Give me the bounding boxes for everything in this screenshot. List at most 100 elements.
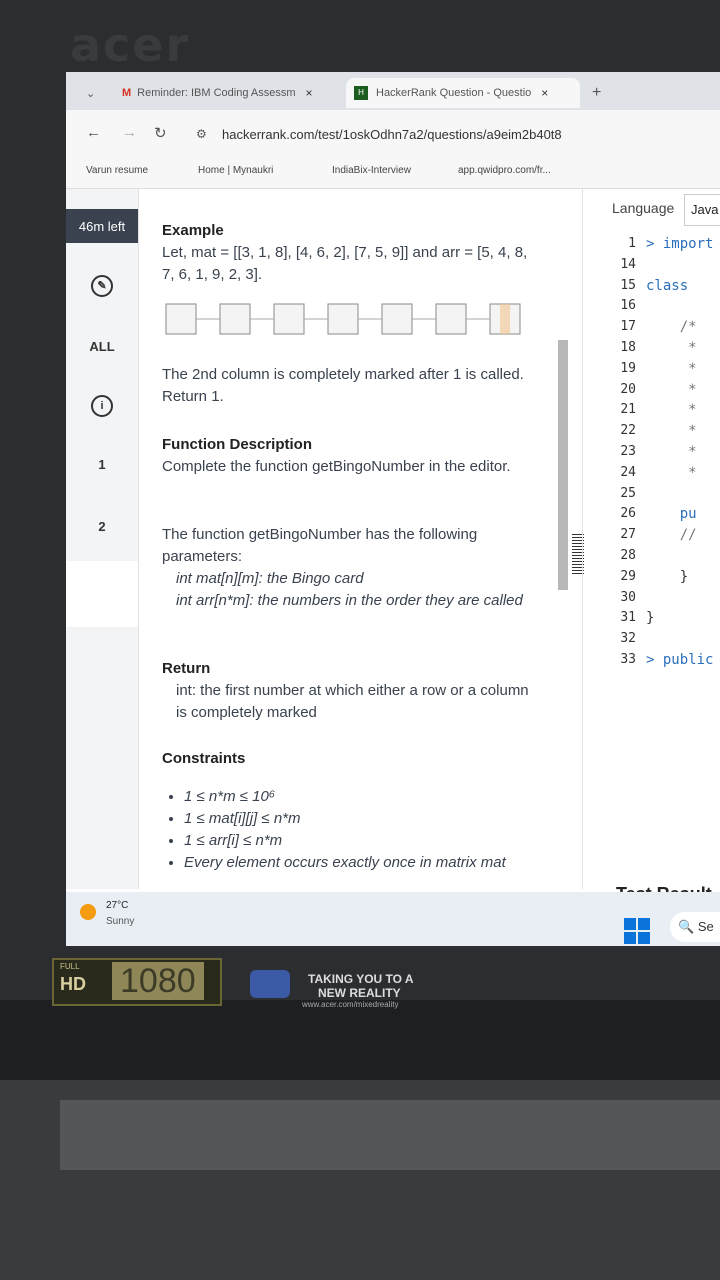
code-line[interactable]: class	[646, 278, 713, 299]
sticker-line-1: TAKING YOU TO A	[308, 972, 414, 986]
function-text: Complete the function getBingoNumber in …	[162, 458, 511, 475]
param-arr: int arr[n*m]: the numbers in the order t…	[176, 592, 523, 609]
constraint-item: 1 ≤ arr[i] ≤ n*m	[184, 830, 506, 852]
language-select[interactable]: Java	[684, 194, 720, 226]
code-line[interactable]: *	[646, 402, 713, 423]
code-line[interactable]	[646, 486, 713, 507]
sticker-line-2: NEW REALITY	[318, 986, 401, 1000]
line-number: 18	[620, 339, 636, 355]
code-line[interactable]: *	[646, 444, 713, 465]
line-number: 22	[620, 423, 636, 439]
code-line[interactable]: *	[646, 465, 713, 486]
code-line[interactable]: *	[646, 340, 713, 361]
screen: ⌄ M Reminder: IBM Coding Assessm × H Hac…	[66, 72, 720, 946]
bookmark-mynaukri[interactable]: Home | Mynaukri	[198, 165, 273, 176]
code-line[interactable]	[646, 631, 713, 652]
close-tab-icon[interactable]: ×	[541, 86, 548, 100]
code-line[interactable]: > public	[646, 652, 713, 673]
code-line[interactable]: > import	[646, 236, 713, 257]
line-number: 16	[620, 298, 636, 314]
code-line[interactable]: *	[646, 361, 713, 382]
code-line[interactable]: *	[646, 382, 713, 403]
question-scrollbar[interactable]	[558, 340, 568, 590]
params-text: The function getBingoNumber has the foll…	[162, 526, 478, 565]
line-number: 29	[620, 568, 636, 584]
back-icon[interactable]: ←	[86, 124, 101, 141]
code-line[interactable]	[646, 298, 713, 319]
line-number: 31	[620, 610, 636, 626]
function-heading: Function Description	[162, 436, 312, 453]
bookmark-indiabix[interactable]: IndiaBix-Interview	[332, 165, 411, 176]
new-tab-button[interactable]: +	[592, 78, 601, 108]
code-line[interactable]	[646, 257, 713, 278]
constraint-item: Every element occurs exactly once in mat…	[184, 852, 506, 874]
line-number: 19	[620, 360, 636, 376]
line-number: 30	[620, 589, 636, 605]
line-number: 21	[620, 402, 636, 418]
return-text: int: the first number at which either a …	[176, 682, 529, 721]
code-line[interactable]: *	[646, 423, 713, 444]
constraints-heading: Constraints	[162, 750, 246, 767]
param-mat: int mat[n][m]: the Bingo card	[176, 570, 364, 587]
laptop-base	[60, 1100, 720, 1170]
reload-icon[interactable]: ↻	[154, 124, 167, 142]
site-info-icon[interactable]: ⚙	[196, 127, 207, 141]
rail-edit-icon[interactable]: ✎	[66, 275, 138, 297]
bingo-diagram	[162, 300, 532, 340]
bookmarks-bar: Varun resume Home | Mynaukri IndiaBix-In…	[66, 156, 720, 189]
tab-hackerrank[interactable]: H HackerRank Question - Questio ×	[346, 78, 580, 108]
weather-sun-icon[interactable]	[80, 904, 96, 920]
code-line[interactable]: //	[646, 527, 713, 548]
example-text: Let, mat = [[3, 1, 8], [4, 6, 2], [7, 5,…	[162, 244, 528, 283]
code-line[interactable]	[646, 548, 713, 569]
taskbar-search[interactable]: 🔍 Se	[670, 912, 720, 942]
marked-text: The 2nd column is completely marked afte…	[162, 366, 524, 405]
bookmark-varun-resume[interactable]: Varun resume	[86, 165, 148, 176]
sticker-1080-text: 1080	[112, 962, 204, 1000]
code-line[interactable]: }	[646, 569, 713, 590]
line-number: 28	[620, 547, 636, 563]
language-label: Language	[612, 200, 675, 216]
line-number: 25	[620, 485, 636, 501]
line-number: 20	[620, 381, 636, 397]
weather-temp: 27°C	[106, 900, 129, 911]
gmail-icon: M	[122, 87, 132, 99]
rail-question-1[interactable]: 1	[66, 457, 138, 472]
rail-all[interactable]: ALL	[66, 339, 138, 354]
time-remaining: 46m left	[66, 209, 138, 243]
code-line[interactable]: pu	[646, 506, 713, 527]
close-tab-icon[interactable]: ×	[306, 86, 313, 100]
question-nav-rail: 46m left ✎ ALL i 1 2	[66, 189, 139, 889]
sticker-hd-text: HD	[60, 974, 86, 994]
code-editor[interactable]: > import class /* * * * * * * * pu // } …	[646, 236, 713, 673]
constraint-item: 1 ≤ n*m ≤ 10⁶	[184, 786, 506, 808]
hackerrank-icon: H	[354, 86, 368, 100]
search-label: Se	[697, 919, 714, 934]
rail-question-2[interactable]: 2	[66, 519, 138, 534]
tab-title: HackerRank Question - Questio	[376, 87, 532, 99]
tab-reminder[interactable]: M Reminder: IBM Coding Assessm ×	[116, 78, 342, 108]
windows-start-icon[interactable]	[624, 918, 650, 944]
sticker-full-text: FULL	[60, 962, 80, 971]
tabs-menu-icon[interactable]: ⌄	[86, 78, 95, 108]
url-field[interactable]: hackerrank.com/test/1oskOdhn7a2/question…	[222, 127, 562, 142]
line-number-gutter: 1 14 15 16 17 18 19 20 21 22 23 24 25 26…	[586, 236, 636, 673]
bingo-grid-sequence	[165, 303, 521, 335]
line-number: 27	[620, 527, 636, 543]
code-line[interactable]: }	[646, 610, 713, 631]
line-number: 24	[620, 464, 636, 480]
line-number: 14	[620, 256, 636, 272]
forward-icon[interactable]: →	[122, 124, 137, 141]
code-line[interactable]: /*	[646, 319, 713, 340]
line-number: 15	[620, 277, 636, 293]
code-line[interactable]	[646, 590, 713, 611]
weather-condition: Sunny	[106, 916, 135, 927]
rail-info-icon[interactable]: i	[66, 395, 138, 417]
tab-title: Reminder: IBM Coding Assessm	[137, 87, 296, 99]
rail-selected-bg	[66, 561, 138, 627]
laptop-brand-logo: acer	[70, 18, 191, 72]
line-number: 1	[628, 236, 636, 251]
bookmark-qwidpro[interactable]: app.qwidpro.com/fr...	[458, 165, 551, 176]
windows-taskbar: 27°C Sunny 🔍 Se	[66, 892, 720, 946]
line-number: 26	[620, 506, 636, 522]
